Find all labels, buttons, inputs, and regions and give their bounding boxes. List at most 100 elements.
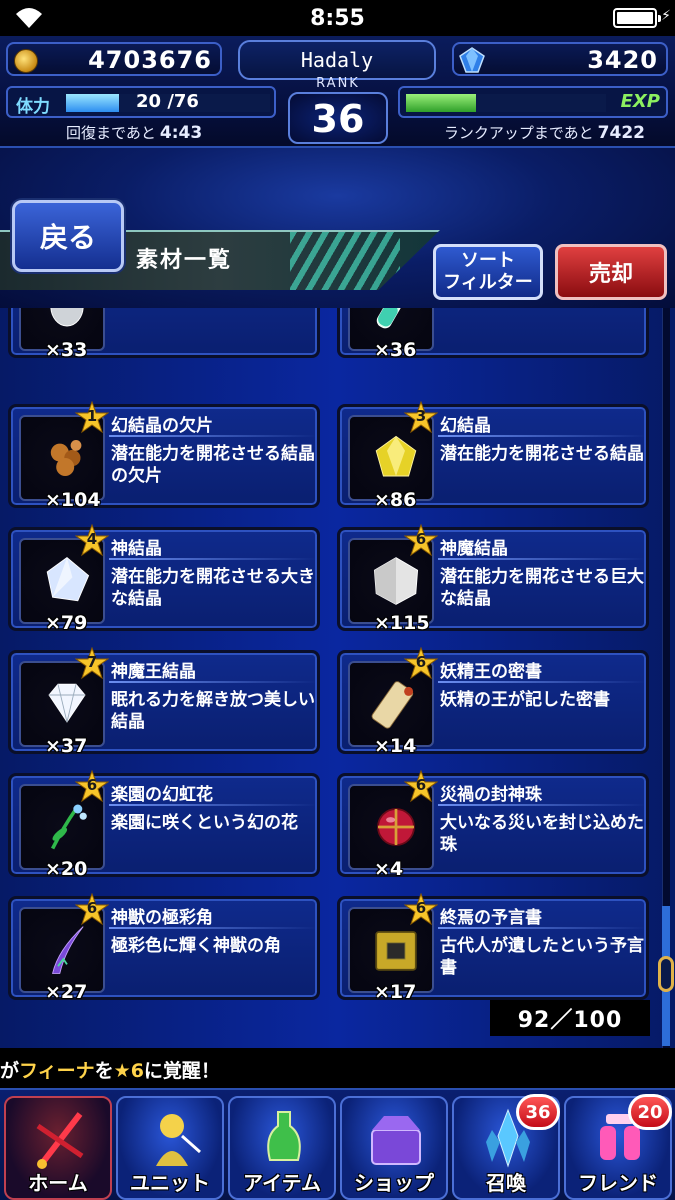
nav-label: 召喚 [486,1171,526,1195]
material-name-underline [438,435,646,437]
material-name-underline [438,927,646,929]
exp-label: EXP [620,91,660,112]
material-card[interactable]: ×20 6 楽園の幻虹花 楽園に咲くという幻の花 [8,769,320,880]
material-name-underline [109,435,317,437]
material-card[interactable]: ×86 3 幻結晶 潜在能力を開花させる結晶 [337,400,649,511]
nav-label: ホーム [28,1171,88,1195]
rarity-star-icon: 6 [403,646,439,681]
lapis-amount: 3420 [587,46,658,74]
material-card[interactable]: ×115 6 神魔結晶 潜在能力を開花させる巨大な結晶 [337,523,649,634]
material-name: 災禍の封神珠 [440,785,542,805]
back-button[interactable]: 戻る [12,200,124,272]
material-name: 神結晶 [111,539,162,559]
material-card[interactable]: ×79 4 神結晶 潜在能力を開花させる大きな結晶 [8,523,320,634]
sell-button[interactable]: 売却 [555,244,667,300]
rarity-value: 3 [415,407,427,425]
notification-badge: 36 [516,1094,560,1130]
material-count: ×27 [45,981,88,1003]
material-card[interactable]: ×36 生命の素が封じられた物質 [337,308,649,361]
material-list[interactable]: ×33 幻獣が流した涙の結晶 ×36 生命の素が封じられた物質 ×104 1 幻… [0,308,675,1048]
material-card[interactable]: ×33 幻獣が流した涙の結晶 [8,308,320,361]
material-card[interactable]: ×14 6 妖精王の密書 妖精の王が記した密書 [337,646,649,757]
gil-counter: 4703676 [6,42,222,76]
material-card[interactable]: ×4 6 災禍の封神珠 大いなる災いを封じ込めた珠 [337,769,649,880]
material-description: 古代人が遺したという予言書 [440,936,644,978]
stamina-bar-fill [66,94,120,112]
material-count: ×33 [45,339,88,361]
vial-icon [376,308,409,329]
rarity-value: 1 [86,407,98,425]
material-card[interactable]: ×104 1 幻結晶の欠片 潜在能力を開花させる結晶の欠片 [8,400,320,511]
rarity-star-icon: 6 [403,892,439,927]
ticker-message: がフィーナを★6に覚醒！ [0,1056,220,1083]
material-name-underline [109,804,317,806]
gil-amount: 4703676 [88,46,212,74]
material-name: 神獣の極彩角 [111,908,213,928]
ticker-unit-name: フィーナ [19,1060,95,1082]
badge-count: 20 [637,1101,663,1123]
material-name-underline [109,558,317,560]
tear-crystal-icon [50,308,84,327]
rank-label: RANK [316,76,360,91]
status-bar: 8:55 ⚡ [0,0,675,36]
rarity-star-icon: 6 [74,892,110,927]
material-name-underline [438,558,646,560]
ticker-prefix: が [0,1060,20,1082]
material-name-underline [109,927,317,929]
page-title: 素材一覧 [136,248,233,273]
wifi-icon [16,8,42,28]
nav-label: ユニット [130,1171,210,1195]
material-name: 幻結晶 [440,416,491,436]
lapis-gem-icon [459,47,485,73]
material-name: 幻結晶の欠片 [111,416,213,436]
nav-button[interactable]: フレンド 20 [564,1094,672,1200]
status-time: 8:55 [310,5,365,31]
rank-value: 36 [311,97,365,141]
material-name-underline [109,681,317,683]
rank-box: 36 [288,92,388,144]
lapis-counter[interactable]: 3420 [452,42,668,76]
nav-button[interactable]: アイテム [228,1096,336,1200]
scrollbar-handle[interactable] [658,956,674,992]
rarity-star-icon: 7 [74,646,110,681]
exp-bar-fill [406,94,476,112]
material-card[interactable]: ×17 6 終焉の予言書 古代人が遺したという予言書 [337,892,649,1003]
ticker-star: ★6 [113,1060,144,1082]
nav-button[interactable]: ショップ [340,1096,448,1200]
material-count: ×4 [374,858,404,880]
nav-button[interactable]: ユニット [116,1096,224,1200]
material-count: ×36 [374,339,417,361]
horn-icon [52,926,84,974]
stamina-label: 体力 [16,97,50,117]
material-description: 潜在能力を開花させる巨大な結晶 [440,567,644,609]
material-description: 潜在能力を開花させる大きな結晶 [111,567,315,609]
material-name-underline [438,804,646,806]
nav-button[interactable]: ホーム [4,1096,112,1200]
material-count: ×79 [45,612,88,634]
material-card[interactable]: ×37 7 神魔王結晶 眠れる力を解き放つ美しい結晶 [8,646,320,757]
badge-count: 36 [525,1101,551,1123]
rarity-star-icon: 6 [403,769,439,804]
material-description: 妖精の王が記した密書 [440,690,610,710]
sort-label-line2: フィルター [443,272,533,293]
material-description: 潜在能力を開花させる結晶 [440,444,644,464]
page-header: 素材一覧 戻る ソート フィルター 売却 [0,148,675,308]
material-count: ×86 [374,489,417,511]
material-count: ×14 [374,735,417,757]
rankup-remaining: ランクアップまであと 7422 [444,122,645,143]
material-name: 終焉の予言書 [440,908,542,928]
rarity-value: 6 [86,899,98,917]
rarity-value: 6 [415,653,427,671]
recover-timer: 回復まであと 4:43 [66,122,202,143]
material-card[interactable]: ×27 6 神獣の極彩角 極彩色に輝く神獣の角 [8,892,320,1003]
rarity-star-icon: 3 [403,400,439,435]
player-status-bar: 4703676 Hadaly 3420 体力 20 /76 回復まであと 4:43… [0,36,675,148]
nav-button[interactable]: 召喚 36 [452,1094,560,1200]
sort-filter-button[interactable]: ソート フィルター [433,244,543,300]
rankup-value: 7422 [597,123,645,143]
news-ticker: がフィーナを★6に覚醒！ [0,1048,675,1088]
shop-icon [371,1116,421,1165]
charging-icon: ⚡ [661,8,671,24]
bottom-nav: ホーム ユニット アイテム ショップ 召喚 36 フレンド 20 [0,1088,675,1200]
rarity-value: 6 [415,530,427,548]
